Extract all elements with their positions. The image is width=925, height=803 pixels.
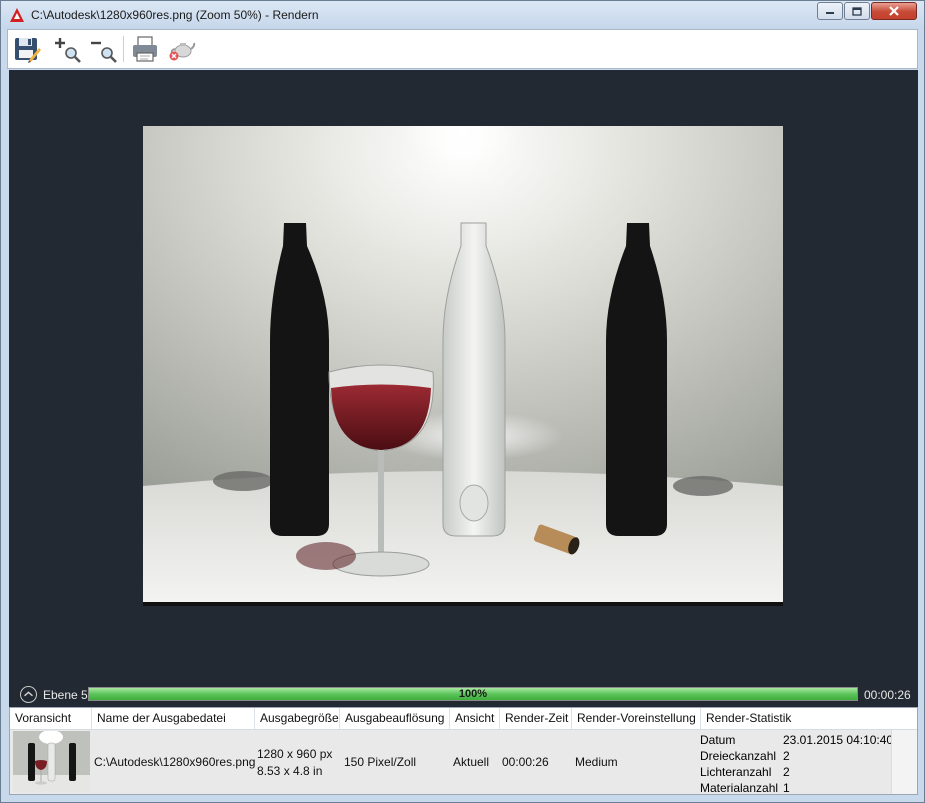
output-size-in: 8.53 x 4.8 in [257,764,323,778]
column-header-view[interactable]: Ansicht [450,708,500,729]
render-window: C:\Autodesk\1280x960res.png (Zoom 50%) -… [0,0,925,803]
stat-value-triangles: 2 [783,749,790,763]
stat-row: Lichteranzahl 2 [700,764,900,780]
close-icon [889,6,899,16]
rendered-image [143,126,783,606]
stat-label-date: Datum [700,733,736,747]
expand-collapse-icon[interactable] [20,686,37,703]
stat-row: Datum 23.01.2015 04:10:40 [700,732,900,748]
close-button[interactable] [871,2,917,20]
render-preset-value: Medium [575,755,618,769]
render-progress-bar: 100% [88,687,858,701]
zoom-in-icon [55,38,81,63]
render-time-value: 00:00:26 [502,755,549,769]
stat-value-materials: 1 [783,781,790,795]
zoom-out-button[interactable] [88,34,118,64]
minimize-icon [826,12,834,14]
history-scrollbar[interactable] [891,730,917,794]
cancel-render-teapot-icon [169,42,196,61]
stat-value-date: 23.01.2015 04:10:40 [783,733,894,747]
stat-row: Materialanzahl 1 [700,780,900,796]
render-history-panel: Voransicht Name der Ausgabedatei Ausgabe… [9,707,918,795]
stat-row: Dreieckanzahl 2 [700,748,900,764]
column-header-output-size[interactable]: Ausgabegröße [255,708,340,729]
stat-label-triangles: Dreieckanzahl [700,749,777,763]
stat-label-materials: Materialanzahl [700,781,779,795]
preview-thumbnail [13,730,90,792]
history-row[interactable]: C:\Autodesk\1280x960res.png 1280 x 960 p… [10,730,893,795]
print-button[interactable] [130,34,160,64]
column-header-filename[interactable]: Name der Ausgabedatei [92,708,255,729]
save-icon [15,38,41,63]
window-title: C:\Autodesk\1280x960res.png (Zoom 50%) -… [31,8,319,22]
elapsed-time: 00:00:26 [864,688,911,702]
maximize-icon [852,6,862,16]
toolbar-separator [123,36,124,62]
column-header-resolution[interactable]: Ausgabeauflösung [340,708,450,729]
output-size-px: 1280 x 960 px [257,747,333,761]
progress-row: Ebene 5 100% 00:00:26 [9,683,918,707]
cancel-render-button[interactable] [166,34,196,64]
maximize-button[interactable] [844,2,870,20]
save-button[interactable] [12,34,42,64]
title-bar[interactable]: C:\Autodesk\1280x960res.png (Zoom 50%) -… [1,1,924,29]
render-viewport[interactable] [9,70,918,683]
minimize-button[interactable] [817,2,843,20]
layer-label: Ebene 5 [43,688,88,702]
toolbar [7,29,918,69]
history-header: Voransicht Name der Ausgabedatei Ausgabe… [10,708,917,730]
column-header-preview[interactable]: Voransicht [10,708,92,729]
output-resolution: 150 Pixel/Zoll [344,755,417,769]
output-filename: C:\Autodesk\1280x960res.png [94,755,256,769]
column-header-render-stats[interactable]: Render-Statistik [701,708,917,729]
autocad-app-icon [10,8,24,22]
column-header-render-preset[interactable]: Render-Voreinstellung [572,708,701,729]
zoom-in-button[interactable] [52,34,82,64]
view-name: Aktuell [453,755,490,769]
render-statistics: Datum 23.01.2015 04:10:40 Dreieckanzahl … [700,732,900,796]
column-header-render-time[interactable]: Render-Zeit [500,708,572,729]
stat-label-lights: Lichteranzahl [700,765,772,779]
stat-value-lights: 2 [783,765,790,779]
print-icon [133,36,157,62]
render-progress-text: 100% [458,688,488,700]
zoom-out-icon [91,41,117,63]
